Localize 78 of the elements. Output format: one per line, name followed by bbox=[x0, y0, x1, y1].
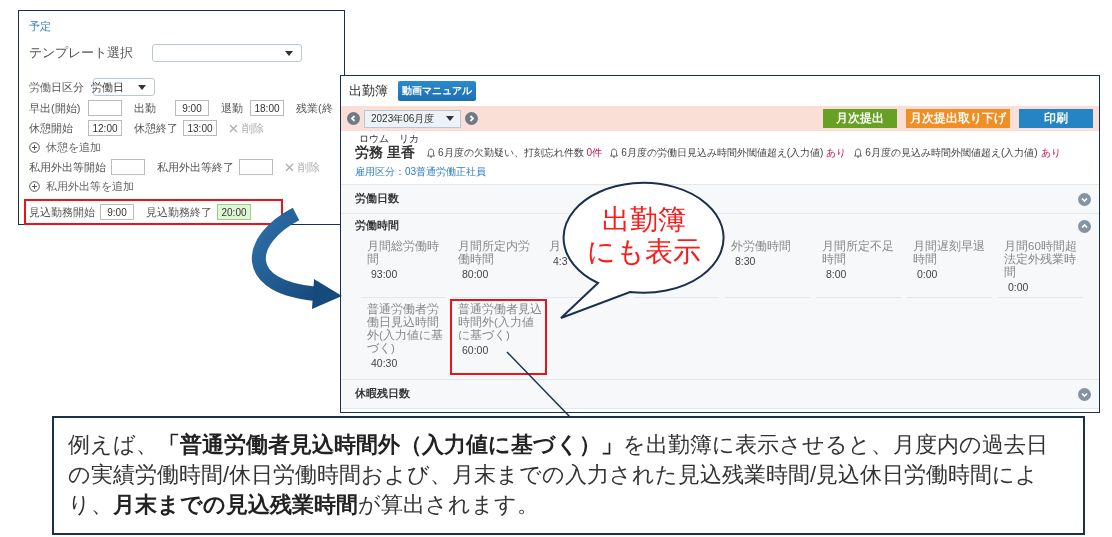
employment-type: 雇用区分：03普通労働正社員 bbox=[354, 165, 488, 179]
field-label: 早出(開始) bbox=[29, 100, 82, 116]
time-field[interactable]: 13:00 bbox=[183, 120, 217, 136]
stat-label: 月間遅刻早退時間 bbox=[913, 240, 986, 266]
stat-value: 4:3 bbox=[553, 255, 569, 268]
plus-circle-icon[interactable] bbox=[29, 181, 40, 192]
bell-icon bbox=[610, 148, 619, 158]
stat-label: 月間所定不足時間 bbox=[822, 240, 895, 266]
field-label: 見込勤務終了 bbox=[146, 204, 212, 220]
stat-value: 0:00 bbox=[1008, 281, 1030, 294]
bell-icon bbox=[854, 148, 863, 158]
field-label: 残業(終 bbox=[296, 100, 333, 116]
action-button[interactable]: 印刷 bbox=[1019, 109, 1093, 128]
stat-label: 普通労働者見込時間外(入力値に基づく) bbox=[458, 303, 543, 342]
time-field[interactable]: 20:00 bbox=[217, 204, 251, 220]
close-icon bbox=[285, 162, 294, 172]
notice-value: あり bbox=[826, 146, 847, 160]
stat-value: 8:00 bbox=[826, 268, 848, 281]
field-label: テンプレート選択 bbox=[29, 44, 133, 62]
caret-icon bbox=[285, 50, 293, 56]
field-label: 私用外出等開始 bbox=[29, 159, 106, 175]
stat-label: 普通労働者労働日見込時間外(入力値に基づく) bbox=[367, 303, 444, 355]
time-field[interactable]: 12:00 bbox=[88, 120, 122, 136]
stat-label: 月間所定内労働時間 bbox=[458, 240, 531, 266]
section-title: 労働日数 bbox=[355, 192, 399, 206]
field-label: 休憩開始 bbox=[29, 120, 74, 136]
stat-value: 0:00 bbox=[917, 268, 939, 281]
close-icon bbox=[229, 123, 238, 133]
section-title: 労働時間 bbox=[355, 219, 399, 233]
time-field[interactable] bbox=[111, 159, 145, 175]
field-label: 出勤 bbox=[134, 100, 157, 116]
stat-value: 40:30 bbox=[371, 357, 399, 370]
add-link[interactable]: 私用外出等を追加 bbox=[46, 179, 134, 194]
notice-text: 6月度の見込み時間外閾値超え(入力値) bbox=[865, 146, 1038, 160]
add-link[interactable]: 休憩を追加 bbox=[46, 140, 101, 155]
stat-value: 8:30 bbox=[735, 255, 757, 268]
field-label: 私用外出等終了 bbox=[157, 159, 234, 175]
caret-icon bbox=[138, 84, 146, 90]
bell-icon bbox=[427, 148, 435, 158]
previous-icon[interactable] bbox=[347, 112, 360, 125]
chevron-icon[interactable] bbox=[1078, 192, 1091, 206]
field-label: 休憩終了 bbox=[134, 120, 178, 136]
time-field[interactable] bbox=[239, 159, 273, 175]
period-dropdown[interactable]: 2023年06月度 bbox=[364, 109, 462, 128]
stat-value: 93:00 bbox=[371, 268, 399, 281]
time-field[interactable] bbox=[88, 100, 122, 116]
employee-name: 労務 里香 bbox=[355, 144, 416, 160]
time-field[interactable]: 18:00 bbox=[250, 100, 284, 116]
template-dropdown[interactable] bbox=[152, 44, 302, 62]
bubble-text: にも表示 bbox=[587, 236, 701, 268]
field-label: 退勤 bbox=[221, 100, 244, 116]
section-title: 予定 bbox=[29, 19, 52, 34]
notice-value: あり bbox=[1040, 146, 1061, 160]
stat-label: 外労働時間 bbox=[731, 240, 792, 253]
chevron-icon[interactable] bbox=[1078, 219, 1091, 233]
note-text: 例えば、「普通労働者見込時間外（入力値に基づく）」を出勤簿に表示させると、月度内の過去日の実績労働時間/休日労働時間および、月末までの入力された見込残業時間/見込休日労働時間により、月末までの見込残業時間が算出されます。 bbox=[68, 431, 1049, 519]
notice-text: 6月度の労働日見込み時間外閾値超え(入力値) bbox=[621, 146, 824, 160]
section-title: 休暇残日数 bbox=[355, 387, 410, 401]
notice-value: 0件 bbox=[586, 146, 603, 160]
notice-text: 6月度の欠勤疑い、打刻忘れ件数 bbox=[438, 146, 584, 160]
page-title: 出勤簿 bbox=[349, 82, 388, 100]
furigana: リカ bbox=[399, 133, 419, 144]
manual-button[interactable]: 動画マニュアル bbox=[398, 81, 476, 101]
bubble-text: 出勤簿 bbox=[602, 204, 686, 236]
field-label: 見込勤務開始 bbox=[29, 204, 95, 220]
caret-icon bbox=[446, 116, 455, 121]
stat-label: 月間総労働時間 bbox=[367, 240, 440, 266]
stat-label: 月間60時間超法定外残業時間 bbox=[1004, 240, 1078, 279]
stat-value: 80:00 bbox=[462, 268, 490, 281]
time-field[interactable]: 9:00 bbox=[175, 100, 209, 116]
time-field[interactable]: 9:00 bbox=[100, 204, 134, 220]
chevron-icon[interactable] bbox=[1078, 387, 1091, 401]
field-label: 労働日区分 bbox=[29, 79, 84, 95]
next-icon[interactable] bbox=[465, 112, 479, 125]
stat-value: 60:00 bbox=[462, 344, 490, 357]
plus-circle-icon[interactable] bbox=[29, 142, 40, 153]
furigana: ロウム bbox=[359, 133, 389, 144]
workday-type-dropdown[interactable]: 労働日 bbox=[93, 78, 155, 96]
